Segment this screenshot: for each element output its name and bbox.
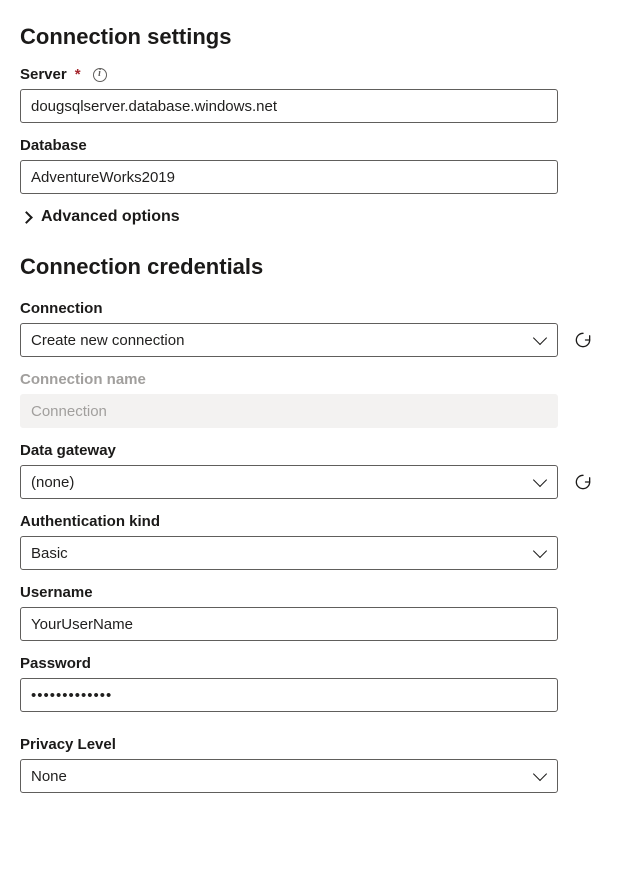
privacy-level-select-value: None — [31, 768, 535, 785]
authentication-kind-label-text: Authentication kind — [20, 513, 160, 530]
database-label: Database — [20, 137, 600, 154]
data-gateway-select[interactable]: (none) — [20, 465, 558, 499]
data-gateway-label-text: Data gateway — [20, 442, 116, 459]
connection-credentials-heading: Connection credentials — [20, 254, 600, 280]
connection-label: Connection — [20, 300, 600, 317]
authentication-kind-select[interactable]: Basic — [20, 536, 558, 570]
connection-refresh-button[interactable] — [572, 329, 594, 351]
refresh-icon — [573, 330, 593, 350]
privacy-level-select[interactable]: None — [20, 759, 558, 793]
required-asterisk: * — [75, 66, 81, 83]
data-gateway-select-value: (none) — [31, 474, 535, 491]
authentication-kind-label: Authentication kind — [20, 513, 600, 530]
database-label-text: Database — [20, 137, 87, 154]
server-label-text: Server — [20, 66, 67, 83]
connection-name-label-text: Connection name — [20, 371, 146, 388]
authentication-kind-select-value: Basic — [31, 545, 535, 562]
chevron-down-icon — [533, 473, 547, 487]
password-input[interactable] — [20, 678, 558, 712]
username-label-text: Username — [20, 584, 93, 601]
database-input[interactable] — [20, 160, 558, 194]
connection-label-text: Connection — [20, 300, 103, 317]
server-input[interactable] — [20, 89, 558, 123]
username-input[interactable] — [20, 607, 558, 641]
privacy-level-label-text: Privacy Level — [20, 736, 116, 753]
privacy-level-label: Privacy Level — [20, 736, 600, 753]
connection-select[interactable]: Create new connection — [20, 323, 558, 357]
refresh-icon — [573, 472, 593, 492]
username-label: Username — [20, 584, 600, 601]
connection-select-value: Create new connection — [31, 332, 535, 349]
server-label: Server * i — [20, 66, 600, 83]
chevron-down-icon — [533, 331, 547, 345]
connection-name-label: Connection name — [20, 371, 600, 388]
gateway-refresh-button[interactable] — [572, 471, 594, 493]
info-icon[interactable]: i — [93, 68, 107, 82]
data-gateway-label: Data gateway — [20, 442, 600, 459]
advanced-options-label: Advanced options — [41, 208, 180, 226]
chevron-right-icon — [20, 211, 33, 224]
password-label: Password — [20, 655, 600, 672]
connection-settings-heading: Connection settings — [20, 24, 600, 50]
connection-name-placeholder: Connection — [31, 403, 107, 420]
chevron-down-icon — [533, 767, 547, 781]
password-label-text: Password — [20, 655, 91, 672]
connection-name-input: Connection — [20, 394, 558, 428]
advanced-options-expander[interactable]: Advanced options — [20, 208, 600, 226]
chevron-down-icon — [533, 544, 547, 558]
